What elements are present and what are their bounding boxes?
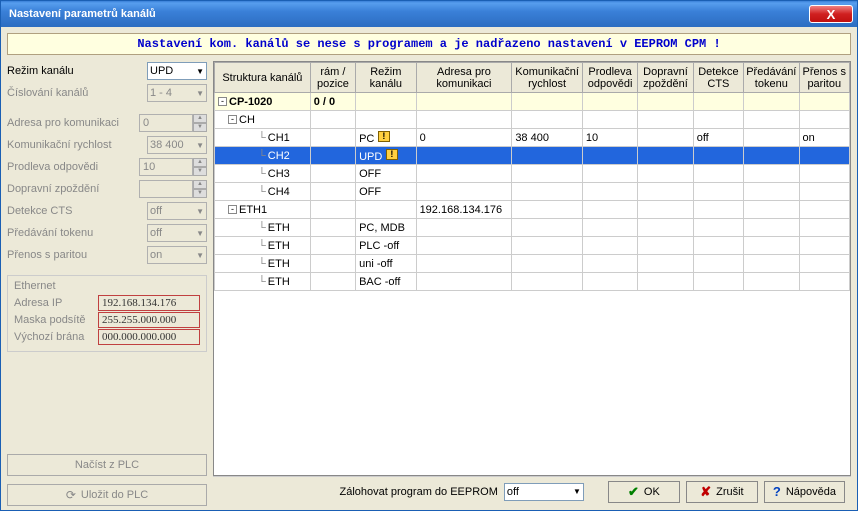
- tree-label: CH: [239, 114, 255, 126]
- spin-down: ▼: [193, 123, 207, 132]
- col-speed[interactable]: Komunikační rychlost: [512, 63, 583, 93]
- tree-label: ETH: [268, 276, 290, 288]
- delay-spinner: ▲▼: [139, 180, 207, 198]
- warning-icon: [378, 131, 390, 142]
- spin-down: ▼: [193, 189, 207, 198]
- table-row[interactable]: └ETHBAC -off: [215, 273, 850, 291]
- grid-wrap: Struktura kanálů rám / pozice Režim kaná…: [213, 61, 851, 476]
- addr-label: Adresa pro komunikaci: [7, 117, 135, 129]
- tree-label: CH4: [268, 186, 290, 198]
- addr-spinner: 0 ▲▼: [139, 114, 207, 132]
- content: Režim kanálu UPD▼ Číslování kanálů 1 - 4…: [1, 61, 857, 510]
- tree-label: CH2: [268, 150, 290, 162]
- ethernet-group: Ethernet Adresa IP 192.168.134.176 Maska…: [7, 275, 207, 352]
- chevron-down-icon: ▼: [573, 487, 581, 496]
- col-parity[interactable]: Přenos s paritou: [799, 63, 849, 93]
- table-row[interactable]: -CP-10200 / 0: [215, 93, 850, 111]
- window-title: Nastavení parametrů kanálů: [9, 8, 809, 20]
- warning-icon: [386, 149, 398, 160]
- resp-spinner: 10 ▲▼: [139, 158, 207, 176]
- tree-toggle[interactable]: -: [218, 97, 227, 106]
- col-token[interactable]: Předávání tokenu: [744, 63, 799, 93]
- tree-toggle[interactable]: -: [228, 115, 237, 124]
- speed-label: Komunikační rychlost: [7, 139, 143, 151]
- refresh-icon: ⟳: [66, 488, 76, 502]
- spin-up: ▲: [193, 114, 207, 123]
- tree-label: ETH: [268, 258, 290, 270]
- table-row[interactable]: └CH3OFF: [215, 165, 850, 183]
- window: Nastavení parametrů kanálů X Nastavení k…: [0, 0, 858, 511]
- spin-up: ▲: [193, 158, 207, 167]
- gw-label: Výchozí brána: [14, 331, 94, 343]
- token-label: Předávání tokenu: [7, 227, 143, 239]
- ip-label: Adresa IP: [14, 297, 94, 309]
- numbering-select: 1 - 4▼: [147, 84, 207, 102]
- mode-label: Režim kanálu: [7, 65, 143, 77]
- grid-panel: Struktura kanálů rám / pozice Režim kaná…: [213, 61, 851, 506]
- channel-grid[interactable]: Struktura kanálů rám / pozice Režim kaná…: [214, 62, 850, 291]
- chevron-down-icon: ▼: [196, 207, 204, 216]
- table-row[interactable]: └CH4OFF: [215, 183, 850, 201]
- cts-select: off▼: [147, 202, 207, 220]
- tree-label: ETH: [268, 222, 290, 234]
- col-frame[interactable]: rám / pozice: [310, 63, 355, 93]
- check-icon: ✔: [628, 484, 639, 500]
- warning-banner: Nastavení kom. kanálů se nese s programe…: [7, 33, 851, 55]
- parity-select: on▼: [147, 246, 207, 264]
- col-cts[interactable]: Detekce CTS: [693, 63, 743, 93]
- left-panel: Režim kanálu UPD▼ Číslování kanálů 1 - 4…: [7, 61, 207, 506]
- chevron-down-icon: ▼: [196, 67, 204, 76]
- chevron-down-icon: ▼: [196, 89, 204, 98]
- spin-down: ▼: [193, 167, 207, 176]
- tree-toggle[interactable]: -: [228, 205, 237, 214]
- cancel-button[interactable]: ✘ Zrušit: [686, 481, 758, 503]
- tree-label: CH3: [268, 168, 290, 180]
- col-delay[interactable]: Dopravní zpoždění: [638, 63, 693, 93]
- x-icon: ✘: [700, 484, 711, 500]
- table-row[interactable]: -ETH1192.168.134.176: [215, 201, 850, 219]
- table-row[interactable]: └CH1PC038 40010offon: [215, 129, 850, 147]
- numbering-label: Číslování kanálů: [7, 87, 143, 99]
- chevron-down-icon: ▼: [196, 251, 204, 260]
- titlebar: Nastavení parametrů kanálů X: [1, 1, 857, 27]
- mask-value: 255.255.000.000: [98, 312, 200, 328]
- resp-label: Prodleva odpovědi: [7, 161, 135, 173]
- parity-label: Přenos s paritou: [7, 249, 143, 261]
- close-button[interactable]: X: [809, 5, 853, 23]
- save-to-plc-button: ⟳ Uložit do PLC: [7, 484, 207, 506]
- table-row[interactable]: └ETHPC, MDB: [215, 219, 850, 237]
- gw-value: 000.000.000.000: [98, 329, 200, 345]
- mask-label: Maska podsítě: [14, 314, 94, 326]
- ip-value: 192.168.134.176: [98, 295, 200, 311]
- bottom-bar: Zálohovat program do EEPROM off▼ ✔ OK ✘ …: [213, 476, 851, 506]
- table-row[interactable]: └ETHPLC -off: [215, 237, 850, 255]
- col-addr[interactable]: Adresa pro komunikaci: [416, 63, 512, 93]
- table-row[interactable]: └ETHuni -off: [215, 255, 850, 273]
- backup-select[interactable]: off▼: [504, 483, 584, 501]
- mode-select[interactable]: UPD▼: [147, 62, 207, 80]
- ethernet-header: Ethernet: [14, 280, 200, 292]
- token-select: off▼: [147, 224, 207, 242]
- backup-label: Zálohovat program do EEPROM: [340, 486, 498, 498]
- ok-button[interactable]: ✔ OK: [608, 481, 680, 503]
- tree-label: ETH1: [239, 204, 267, 216]
- col-mode[interactable]: Režim kanálu: [356, 63, 416, 93]
- col-resp[interactable]: Prodleva odpovědi: [582, 63, 637, 93]
- col-struct[interactable]: Struktura kanálů: [215, 63, 311, 93]
- speed-select: 38 400▼: [147, 136, 207, 154]
- grid-header-row: Struktura kanálů rám / pozice Režim kaná…: [215, 63, 850, 93]
- table-row[interactable]: -CH: [215, 111, 850, 129]
- chevron-down-icon: ▼: [196, 229, 204, 238]
- load-from-plc-button: Načíst z PLC: [7, 454, 207, 476]
- table-row[interactable]: └CH2UPD: [215, 147, 850, 165]
- cts-label: Detekce CTS: [7, 205, 143, 217]
- tree-label: ETH: [268, 240, 290, 252]
- chevron-down-icon: ▼: [196, 141, 204, 150]
- question-icon: ?: [773, 484, 781, 499]
- tree-label: CP-1020: [229, 96, 272, 108]
- help-button[interactable]: ? Nápověda: [764, 481, 845, 503]
- tree-label: CH1: [268, 132, 290, 144]
- delay-label: Dopravní zpoždění: [7, 183, 135, 195]
- spin-up: ▲: [193, 180, 207, 189]
